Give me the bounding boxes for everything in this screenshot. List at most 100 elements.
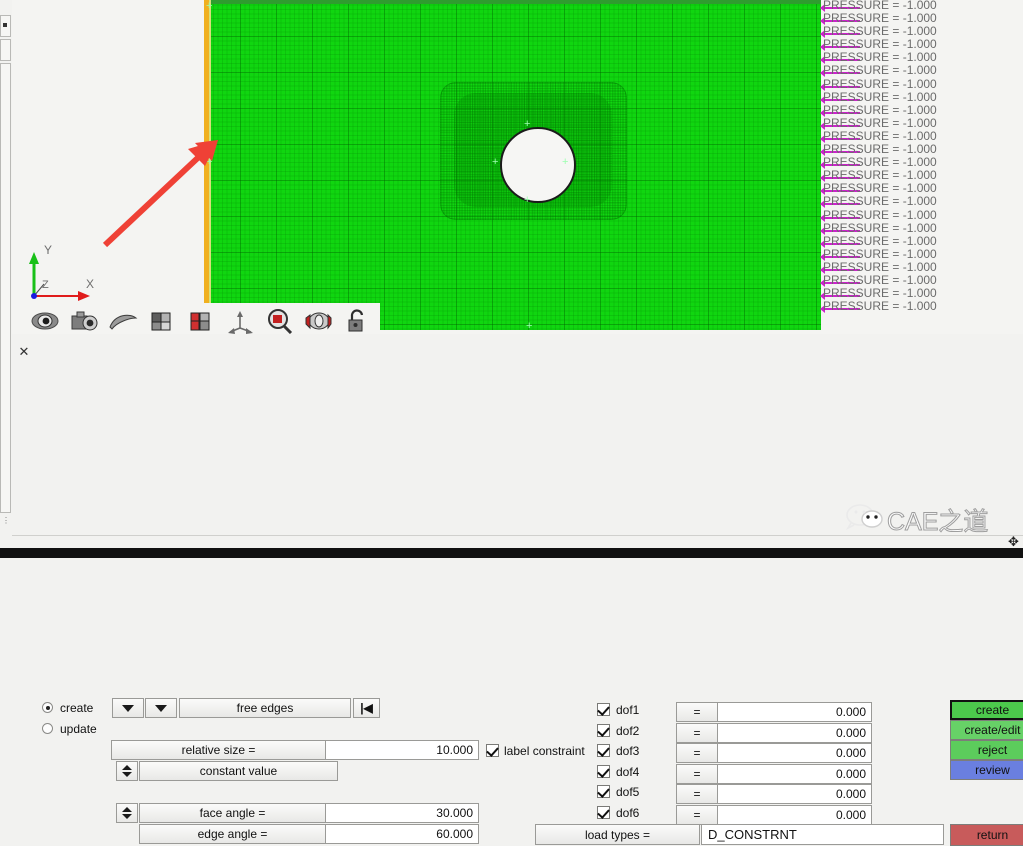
dropdown-b-button[interactable] — [145, 698, 177, 718]
dof-value-field-6[interactable]: 0.000 — [717, 805, 872, 825]
load-label-row: PRESSURE = -1.000 — [812, 207, 1023, 222]
load-label-row: PRESSURE = -1.000 — [812, 0, 1023, 12]
face-angle-field[interactable]: 30.000 — [325, 803, 479, 823]
zoom-region-icon[interactable] — [264, 306, 294, 334]
dof-checkbox-2[interactable] — [597, 723, 610, 737]
edge-angle-label[interactable]: edge angle = — [139, 824, 326, 844]
load-label-text: PRESSURE = -1.000 — [823, 128, 937, 143]
load-label-text: PRESSURE = -1.000 — [823, 63, 937, 78]
load-label-row: PRESSURE = -1.000 — [812, 37, 1023, 52]
view-toolbar[interactable] — [24, 303, 380, 334]
reset-selection-button[interactable]: |◀ — [353, 698, 380, 718]
load-label-row: PRESSURE = -1.000 — [812, 50, 1023, 65]
size-mode-spinner[interactable] — [116, 761, 138, 781]
load-label-text: PRESSURE = -1.000 — [823, 194, 937, 209]
spinner-down-icon — [122, 772, 132, 777]
graphics-viewport[interactable]: + + + + + + + PRESSURE = -1.000 PRESSURE … — [12, 0, 1023, 334]
dof-checkbox-4[interactable] — [597, 764, 610, 778]
load-label-text: PRESSURE = -1.000 — [823, 142, 937, 157]
create-edit-button[interactable]: create/edit — [950, 720, 1023, 740]
finite-element-mesh[interactable]: + + + + + + + — [204, 0, 821, 332]
dof-checkbox-3[interactable] — [597, 744, 610, 758]
load-label-row: PRESSURE = -1.000 — [812, 142, 1023, 157]
svg-text:X: X — [86, 277, 94, 291]
relative-size-label[interactable]: relative size = — [111, 740, 326, 760]
radio-create[interactable] — [42, 702, 53, 713]
load-label-text: PRESSURE = -1.000 — [823, 89, 937, 104]
dof-label-4: dof4 — [616, 764, 640, 779]
dof-value-field-5[interactable]: 0.000 — [717, 784, 872, 805]
dof-operator-4[interactable]: = — [676, 763, 718, 784]
rail-indicator-dot — [3, 23, 7, 27]
dof-value-field-4[interactable]: 0.000 — [717, 763, 872, 784]
load-label-text: PRESSURE = -1.000 — [823, 246, 937, 261]
dof-operator-1[interactable]: = — [676, 702, 718, 722]
relative-size-field[interactable]: 10.000 — [325, 740, 479, 760]
load-label-text: PRESSURE = -1.000 — [823, 50, 937, 65]
load-label-row: PRESSURE = -1.000 — [812, 77, 1023, 91]
load-label-text: PRESSURE = -1.000 — [823, 299, 937, 314]
mesh-top-boundary — [204, 0, 821, 4]
lock-view-icon[interactable] — [342, 306, 372, 334]
wechat-icon — [845, 504, 883, 530]
dof-operator-3[interactable]: = — [676, 743, 718, 764]
return-button[interactable]: return — [950, 824, 1023, 846]
dof-checkbox-5[interactable] — [597, 785, 610, 799]
load-label-row: PRESSURE = -1.000 — [812, 11, 1023, 26]
load-types-label[interactable]: load types = — [535, 824, 700, 845]
size-mode-button[interactable]: constant value — [139, 761, 338, 781]
rotate-view-icon[interactable] — [303, 306, 333, 334]
load-label-row: PRESSURE = -1.000 — [812, 194, 1023, 209]
dof-label-1: dof1 — [616, 703, 640, 717]
shaded-elements-icon[interactable] — [147, 306, 177, 334]
red-pointer-arrow — [102, 140, 218, 248]
dof-value-field-2[interactable]: 0.000 — [717, 722, 872, 743]
rail-box-mid[interactable] — [0, 39, 11, 61]
watermark-text: CAE之道 — [886, 508, 989, 537]
radio-update[interactable] — [42, 723, 53, 734]
spinner-down-icon — [122, 814, 132, 819]
dof-label-5: dof5 — [616, 785, 640, 800]
dof-value-field-1[interactable]: 0.000 — [717, 702, 872, 722]
panel-close-icon[interactable]: ✕ — [17, 345, 31, 359]
load-label-text: PRESSURE = -1.000 — [823, 272, 937, 287]
load-label-text: PRESSURE = -1.000 — [823, 207, 937, 222]
label-constraint-label: label constraint — [504, 744, 585, 758]
create-button[interactable]: create — [950, 700, 1023, 720]
rail-box-tree[interactable] — [0, 63, 11, 513]
axis-triad-icon[interactable] — [225, 306, 255, 334]
node-marker: + — [492, 156, 499, 168]
node-marker: + — [206, 0, 213, 12]
dof-operator-5[interactable]: = — [676, 784, 718, 805]
load-label-row: PRESSURE = -1.000 — [812, 234, 1023, 248]
face-angle-spinner[interactable] — [116, 803, 138, 823]
face-angle-label[interactable]: face angle = — [139, 803, 326, 823]
load-types-field[interactable]: D_CONSTRNT — [701, 824, 944, 845]
dropdown-a-button[interactable] — [112, 698, 144, 718]
dof-value-field-3[interactable]: 0.000 — [717, 743, 872, 764]
visualization-eye-icon[interactable] — [30, 306, 60, 334]
node-marker: + — [562, 156, 569, 168]
load-label-row: PRESSURE = -1.000 — [812, 24, 1023, 39]
label-constraint-checkbox[interactable] — [486, 744, 499, 757]
load-label-text: PRESSURE = -1.000 — [823, 168, 937, 183]
radio-update-label: update — [60, 722, 97, 736]
entity-type-button[interactable]: free edges — [179, 698, 351, 718]
review-button[interactable]: review — [950, 760, 1023, 780]
dof-operator-6[interactable]: = — [676, 805, 718, 825]
load-label-row: PRESSURE = -1.000 — [812, 260, 1023, 274]
load-label-row: PRESSURE = -1.000 — [812, 115, 1023, 130]
load-label-text: PRESSURE = -1.000 — [823, 115, 937, 130]
reject-button[interactable]: reject — [950, 740, 1023, 760]
split-view-icon[interactable] — [186, 306, 216, 334]
dof-checkbox-6[interactable] — [597, 806, 610, 819]
chevron-down-icon — [122, 704, 134, 712]
dof-checkbox-1[interactable] — [597, 703, 610, 716]
radio-create-label: create — [60, 701, 94, 715]
shaded-surface-icon[interactable] — [108, 306, 138, 334]
edge-angle-field[interactable]: 60.000 — [325, 824, 479, 844]
load-label-row: PRESSURE = -1.000 — [812, 89, 1023, 104]
spinner-up-icon — [122, 807, 132, 812]
camera-view-icon[interactable] — [69, 306, 99, 334]
dof-operator-2[interactable]: = — [676, 722, 718, 743]
